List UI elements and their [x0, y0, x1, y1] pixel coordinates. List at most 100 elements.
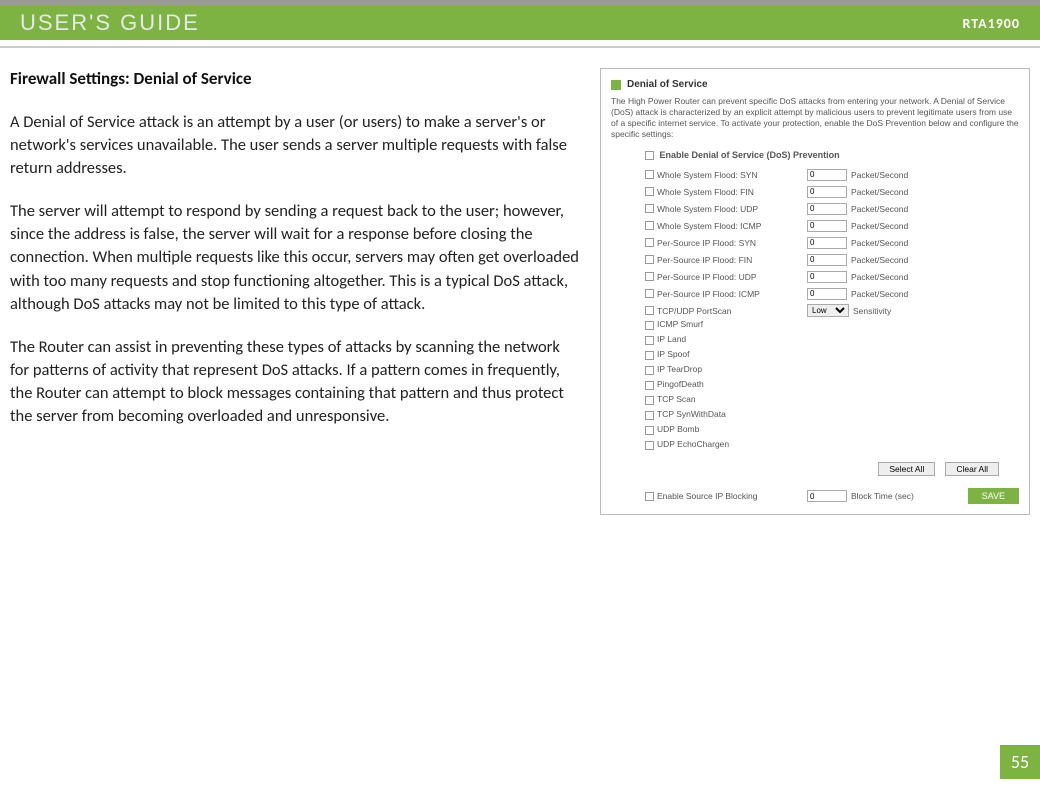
paragraph-2: The server will attempt to respond by se… — [10, 200, 582, 315]
rate-option-input[interactable] — [807, 220, 847, 232]
rate-option-input[interactable] — [807, 169, 847, 181]
embedded-screenshot: Denial of Service The High Power Router … — [600, 68, 1030, 515]
select-all-button[interactable]: Select All — [878, 462, 935, 476]
simple-option-checkbox[interactable] — [645, 381, 654, 390]
simple-option-label: TCP Scan — [657, 394, 696, 404]
source-block-checkbox[interactable] — [645, 492, 654, 501]
rate-option-unit: Packet/Second — [851, 170, 908, 180]
shot-title: Denial of Service — [627, 79, 708, 90]
simple-option-row: IP TearDrop — [645, 364, 1019, 379]
section-heading: Firewall Settings: Denial of Service — [10, 68, 582, 89]
rate-option-checkbox[interactable] — [645, 221, 654, 230]
simple-option-row: TCP Scan — [645, 394, 1019, 409]
rate-option-input[interactable] — [807, 203, 847, 215]
simple-option-checkbox[interactable] — [645, 396, 654, 405]
source-block-row: Enable Source IP Blocking Block Time (se… — [645, 490, 1019, 502]
simple-option-label: IP Land — [657, 334, 686, 344]
rate-option-unit: Packet/Second — [851, 272, 908, 282]
paragraph-1: A Denial of Service attack is an attempt… — [10, 111, 582, 180]
rate-option-unit: Packet/Second — [851, 221, 908, 231]
rate-option-checkbox[interactable] — [645, 187, 654, 196]
shot-description: The High Power Router can prevent specif… — [611, 96, 1019, 140]
rate-option-unit: Packet/Second — [851, 289, 908, 299]
simple-option-label: IP TearDrop — [657, 364, 702, 374]
rate-option-row: Whole System Flood: ICMP Packet/Second — [645, 217, 1019, 234]
simple-option-row: TCP SynWithData — [645, 409, 1019, 424]
header-model: RTA1900 — [963, 15, 1020, 32]
rate-option-row: Per-Source IP Flood: SYN Packet/Second — [645, 234, 1019, 251]
rate-option-unit: Packet/Second — [851, 187, 908, 197]
rate-option-row: Per-Source IP Flood: ICMP Packet/Second — [645, 285, 1019, 302]
rate-option-input[interactable] — [807, 186, 847, 198]
rate-option-input[interactable] — [807, 254, 847, 266]
paragraph-3: The Router can assist in preventing thes… — [10, 336, 582, 428]
portscan-checkbox[interactable] — [645, 306, 654, 315]
rate-option-label: Per-Source IP Flood: ICMP — [657, 289, 807, 299]
rate-option-checkbox[interactable] — [645, 272, 654, 281]
rate-option-label: Per-Source IP Flood: UDP — [657, 272, 807, 282]
portscan-label: TCP/UDP PortScan — [657, 306, 807, 316]
simple-option-label: ICMP Smurf — [657, 319, 703, 329]
simple-option-row: UDP EchoChargen — [645, 439, 1019, 454]
title-marker-icon — [611, 80, 621, 90]
rate-option-unit: Packet/Second — [851, 204, 908, 214]
page-number: 55 — [1000, 745, 1040, 779]
enable-dos-label: Enable Denial of Service (DoS) Preventio… — [660, 150, 840, 160]
portscan-row: TCP/UDP PortScan Low Sensitivity — [645, 302, 1019, 319]
simple-option-checkbox[interactable] — [645, 426, 654, 435]
rate-option-row: Whole System Flood: FIN Packet/Second — [645, 183, 1019, 200]
rate-option-label: Whole System Flood: FIN — [657, 187, 807, 197]
header-title: USER'S GUIDE — [20, 10, 200, 36]
rate-option-label: Per-Source IP Flood: SYN — [657, 238, 807, 248]
simple-option-label: IP Spoof — [657, 349, 689, 359]
simple-option-checkbox[interactable] — [645, 336, 654, 345]
rate-option-label: Whole System Flood: SYN — [657, 170, 807, 180]
rate-option-row: Whole System Flood: SYN Packet/Second — [645, 166, 1019, 183]
simple-option-label: PingofDeath — [657, 379, 704, 389]
simple-option-label: UDP EchoChargen — [657, 439, 729, 449]
rate-option-checkbox[interactable] — [645, 204, 654, 213]
rate-option-label: Whole System Flood: ICMP — [657, 221, 807, 231]
simple-option-label: UDP Bomb — [657, 424, 699, 434]
rate-option-input[interactable] — [807, 271, 847, 283]
source-block-label: Enable Source IP Blocking — [657, 491, 807, 501]
rate-option-label: Per-Source IP Flood: FIN — [657, 255, 807, 265]
simple-option-row: IP Spoof — [645, 349, 1019, 364]
shot-title-row: Denial of Service — [611, 79, 1019, 90]
simple-option-checkbox[interactable] — [645, 366, 654, 375]
content-area: Firewall Settings: Denial of Service A D… — [0, 48, 1040, 515]
rate-option-checkbox[interactable] — [645, 170, 654, 179]
rate-option-row: Whole System Flood: UDP Packet/Second — [645, 200, 1019, 217]
clear-all-button[interactable]: Clear All — [945, 462, 999, 476]
source-block-unit: Block Time (sec) — [851, 491, 914, 501]
enable-dos-checkbox[interactable] — [645, 151, 654, 160]
header-bar: USER'S GUIDE RTA1900 — [0, 0, 1040, 40]
rate-option-row: Per-Source IP Flood: FIN Packet/Second — [645, 251, 1019, 268]
source-block-input[interactable] — [807, 490, 847, 502]
simple-option-row: ICMP Smurf — [645, 319, 1019, 334]
save-button[interactable]: SAVE — [968, 488, 1019, 504]
rate-option-input[interactable] — [807, 288, 847, 300]
simple-option-row: IP Land — [645, 334, 1019, 349]
simple-option-checkbox[interactable] — [645, 441, 654, 450]
simple-option-row: PingofDeath — [645, 379, 1019, 394]
simple-option-checkbox[interactable] — [645, 321, 654, 330]
options-block: Enable Denial of Service (DoS) Preventio… — [645, 150, 1019, 502]
rate-option-input[interactable] — [807, 237, 847, 249]
simple-option-checkbox[interactable] — [645, 351, 654, 360]
simple-option-checkbox[interactable] — [645, 411, 654, 420]
rate-option-checkbox[interactable] — [645, 238, 654, 247]
rate-option-checkbox[interactable] — [645, 255, 654, 264]
rate-option-label: Whole System Flood: UDP — [657, 204, 807, 214]
rate-option-unit: Packet/Second — [851, 238, 908, 248]
simple-option-label: TCP SynWithData — [657, 409, 726, 419]
select-clear-row: Select All Clear All — [645, 462, 999, 476]
portscan-sensitivity-select[interactable]: Low — [807, 304, 849, 317]
rate-option-unit: Packet/Second — [851, 255, 908, 265]
portscan-unit: Sensitivity — [853, 306, 891, 316]
rate-option-checkbox[interactable] — [645, 289, 654, 298]
rate-option-row: Per-Source IP Flood: UDP Packet/Second — [645, 268, 1019, 285]
text-column: Firewall Settings: Denial of Service A D… — [10, 68, 582, 515]
simple-option-row: UDP Bomb — [645, 424, 1019, 439]
enable-dos-row: Enable Denial of Service (DoS) Preventio… — [645, 150, 1019, 160]
